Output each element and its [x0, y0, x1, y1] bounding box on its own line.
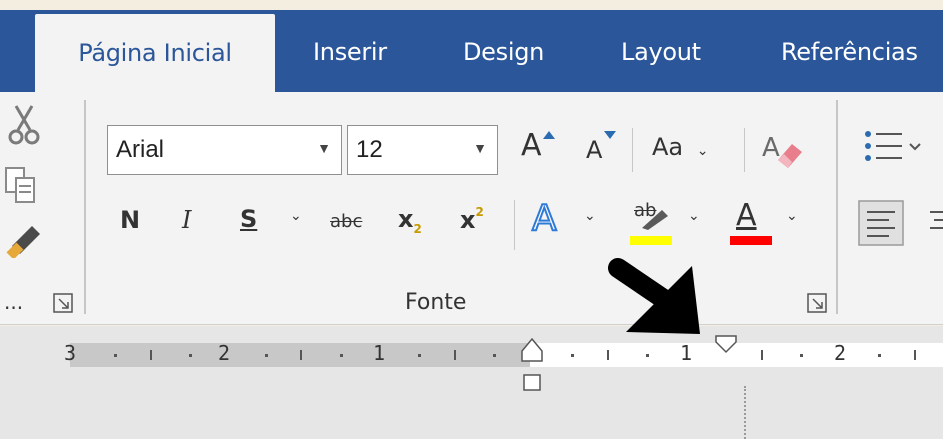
clear-formatting-icon[interactable]: A: [760, 130, 806, 174]
chevron-down-icon: ⌄: [696, 143, 709, 159]
tab-inserir[interactable]: Inserir: [313, 10, 387, 92]
separator: [514, 200, 515, 250]
left-indent-marker-icon[interactable]: [520, 337, 544, 399]
font-color-label: A: [736, 198, 757, 233]
change-case-label: Aa: [652, 133, 684, 161]
caret-up-icon: [543, 131, 555, 139]
tab-design[interactable]: Design: [463, 10, 544, 92]
change-case-button[interactable]: Aa ⌄: [652, 133, 709, 161]
chevron-down-icon: ▼: [317, 140, 331, 156]
font-size-combo[interactable]: 12 ▼: [347, 125, 498, 175]
ruler-tick: [607, 350, 609, 360]
ruler-number: 1: [680, 341, 693, 365]
ruler-dot: [340, 354, 343, 357]
subscript-button[interactable]: x2: [398, 205, 422, 236]
clipboard-ellipsis: ...: [4, 290, 24, 314]
chevron-down-icon: ▼: [473, 140, 487, 156]
ruler-dot: [800, 354, 803, 357]
font-family-value: Arial: [116, 136, 165, 163]
font-color-swatch: [730, 236, 772, 245]
separator: [744, 128, 745, 172]
grow-font-label: A: [521, 128, 542, 163]
word-window: Página Inicial Inserir Design Layout Ref…: [0, 0, 943, 439]
superscript-button[interactable]: x2: [460, 205, 484, 234]
caret-down-icon: [604, 131, 616, 139]
bold-button[interactable]: N: [120, 206, 140, 234]
shrink-font-label: A: [586, 136, 603, 164]
chevron-down-icon[interactable]: ⌄: [584, 208, 596, 224]
separator: [632, 128, 633, 172]
font-group-label: Fonte: [405, 290, 467, 315]
group-separator: [836, 100, 838, 314]
text-effects-button[interactable]: A: [531, 197, 558, 240]
tab-referencias[interactable]: Referências: [781, 10, 918, 92]
font-family-combo[interactable]: Arial ▼: [107, 125, 342, 175]
grow-font-button[interactable]: A: [521, 128, 555, 163]
chevron-down-icon[interactable]: ⌄: [688, 208, 700, 224]
ruler-tick: [454, 350, 456, 360]
ruler-dot: [114, 354, 117, 357]
page-margin-guide: [744, 386, 746, 439]
ruler-tick: [150, 350, 152, 360]
tab-pagina-inicial[interactable]: Página Inicial: [35, 14, 275, 92]
marker-icon: [642, 210, 668, 230]
ruler-number: 2: [218, 341, 231, 365]
ruler-dot: [189, 354, 192, 357]
highlight-button[interactable]: ab: [630, 200, 672, 248]
ruler-number: 3: [64, 341, 77, 365]
copy-icon[interactable]: [4, 166, 44, 210]
ruler-dot: [878, 354, 881, 357]
tab-layout[interactable]: Layout: [621, 10, 701, 92]
format-painter-icon[interactable]: [6, 218, 46, 262]
italic-button[interactable]: I: [182, 206, 191, 234]
bullets-icon[interactable]: [862, 128, 922, 172]
ruler-dot: [265, 354, 268, 357]
ruler-number: 2: [834, 341, 847, 365]
font-dialog-launcher-icon[interactable]: [806, 292, 828, 318]
ruler-dot: [493, 354, 496, 357]
superscript-label: x: [460, 206, 476, 234]
chevron-down-icon[interactable]: ⌄: [786, 208, 798, 224]
svg-text:A: A: [762, 133, 780, 163]
align-left-icon[interactable]: [858, 200, 943, 250]
strikethrough-button[interactable]: abc: [330, 211, 362, 232]
font-size-value: 12: [356, 136, 383, 163]
subscript-mark: 2: [413, 222, 422, 236]
first-line-indent-marker-icon[interactable]: [714, 334, 738, 360]
highlight-color-swatch: [630, 236, 672, 245]
group-separator: [84, 100, 86, 314]
arrow-annotation-icon: [604, 258, 712, 344]
ruler-tick: [300, 350, 302, 360]
superscript-mark: 2: [475, 205, 484, 219]
underline-button[interactable]: S: [240, 205, 257, 233]
ruler-dot: [571, 354, 574, 357]
ruler-number: 1: [373, 341, 386, 365]
shrink-font-button[interactable]: A: [586, 131, 616, 164]
font-color-button[interactable]: A: [730, 198, 772, 248]
ruler-dot: [646, 354, 649, 357]
ruler-tick: [761, 350, 763, 360]
ruler-dot: [418, 354, 421, 357]
clipboard-dialog-launcher-icon[interactable]: [52, 292, 74, 318]
cut-icon[interactable]: [4, 104, 44, 152]
chevron-down-icon[interactable]: ⌄: [290, 208, 302, 224]
ruler-tick: [914, 350, 916, 360]
subscript-label: x: [398, 205, 414, 233]
